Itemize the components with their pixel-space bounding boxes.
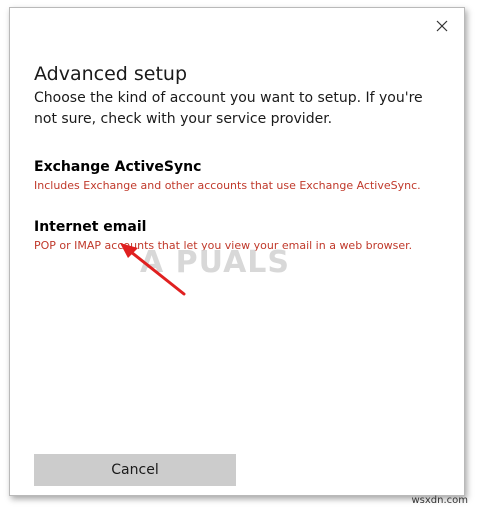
close-icon: [436, 20, 448, 32]
option-exchange-activesync[interactable]: Exchange ActiveSync Includes Exchange an…: [34, 158, 444, 193]
site-credit: wsxdn.com: [411, 495, 468, 506]
red-arrow-icon: [120, 243, 186, 296]
advanced-setup-dialog: Advanced setup Choose the kind of accoun…: [9, 7, 465, 496]
dialog-title: Advanced setup: [34, 63, 188, 85]
option-title: Internet email: [34, 219, 147, 235]
dialog-description: Choose the kind of account you want to s…: [34, 90, 423, 127]
close-button[interactable]: [432, 16, 452, 36]
option-subtitle: Includes Exchange and other accounts tha…: [34, 179, 421, 192]
cancel-button[interactable]: Cancel: [34, 454, 236, 486]
option-title: Exchange ActiveSync: [34, 159, 202, 175]
screenshot-frame: Advanced setup Choose the kind of accoun…: [0, 0, 478, 508]
